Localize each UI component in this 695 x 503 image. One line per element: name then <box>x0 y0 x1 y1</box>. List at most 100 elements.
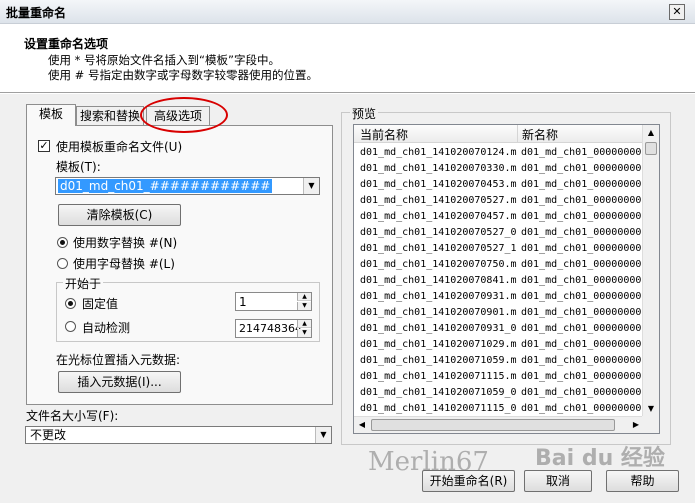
preview-legend: 预览 <box>350 105 379 122</box>
tab-search-replace[interactable]: 搜索和替换 <box>76 106 144 126</box>
current-name-cell: d01_md_ch01_141020070841.m <box>360 275 517 286</box>
scroll-thumb[interactable] <box>645 142 657 155</box>
scroll-corner <box>642 416 659 433</box>
start-rename-button[interactable]: 开始重命名(R) <box>422 470 515 492</box>
dialog-header: 设置重命名选项 使用 * 号将原始文件名插入到“模板”字段中。 使用 # 号指定… <box>0 25 695 93</box>
template-value: d01_md_ch01_############ <box>58 179 273 193</box>
fixed-value-spinner[interactable]: 1 ▲ ▼ <box>235 292 312 311</box>
new-name-cell: d01_md_ch01_00000000 <box>521 147 642 158</box>
current-name-cell: d01_md_ch01_141020070330.m <box>360 163 517 174</box>
new-name-cell: d01_md_ch01_00000000 <box>521 371 642 382</box>
fixed-value-input[interactable]: 1 <box>239 295 247 309</box>
window-title: 批量重命名 <box>6 6 67 20</box>
current-name-cell: d01_md_ch01_141020070750.m <box>360 259 517 270</box>
tab-advanced[interactable]: 高级选项 <box>146 106 210 126</box>
table-row[interactable]: d01_md_ch01_141020071115.m d01_md_ch01_00… <box>354 369 644 385</box>
spin-up-icon[interactable]: ▲ <box>297 320 311 328</box>
new-name-cell: d01_md_ch01_00000000 <box>521 243 642 254</box>
table-row[interactable]: d01_md_ch01_141020070453.m d01_md_ch01_00… <box>354 177 644 193</box>
scroll-left-icon[interactable]: ◀ <box>354 417 370 433</box>
new-name-cell: d01_md_ch01_00000000 <box>521 323 642 334</box>
cancel-button[interactable]: 取消 <box>524 470 592 492</box>
insert-meta-label: 在光标位置插入元数据: <box>56 353 181 367</box>
fixed-value-label: 固定值 <box>82 297 119 311</box>
use-template-label: 使用模板重命名文件(U) <box>56 140 183 154</box>
current-name-cell: d01_md_ch01_141020071059_0 <box>360 387 517 398</box>
new-name-cell: d01_md_ch01_00000000 <box>521 339 642 350</box>
table-row[interactable]: d01_md_ch01_141020071115_0 d01_md_ch01_00… <box>354 401 644 417</box>
start-at-legend: 开始于 <box>63 275 104 292</box>
case-value: 不更改 <box>30 428 67 442</box>
new-name-cell: d01_md_ch01_00000000 <box>521 355 642 366</box>
auto-detect-input[interactable]: 214748364 <box>239 322 302 335</box>
help-button[interactable]: 帮助 <box>606 470 679 492</box>
current-name-cell: d01_md_ch01_141020070901.m <box>360 307 517 318</box>
template-combo[interactable]: d01_md_ch01_############ ▼ <box>55 177 320 195</box>
table-row[interactable]: d01_md_ch01_141020071029.m d01_md_ch01_00… <box>354 337 644 353</box>
auto-detect-spinner[interactable]: 214748364 ▲ ▼ <box>235 319 312 338</box>
new-name-cell: d01_md_ch01_00000000 <box>521 195 642 206</box>
current-name-cell: d01_md_ch01_141020071059.m <box>360 355 517 366</box>
chevron-down-icon[interactable]: ▼ <box>315 427 331 443</box>
chevron-down-icon[interactable]: ▼ <box>303 178 319 194</box>
radio-fixed-value[interactable] <box>65 298 76 309</box>
new-name-cell: d01_md_ch01_00000000 <box>521 179 642 190</box>
table-row[interactable]: d01_md_ch01_141020070527.m d01_md_ch01_00… <box>354 193 644 209</box>
current-name-cell: d01_md_ch01_141020070453.m <box>360 179 517 190</box>
column-new-name[interactable]: 新名称 <box>522 126 558 143</box>
title-bar: 批量重命名 ✕ <box>0 0 695 24</box>
scroll-thumb[interactable] <box>371 419 615 431</box>
clear-template-button[interactable]: 清除模板(C) <box>58 204 181 226</box>
table-row[interactable]: d01_md_ch01_141020070124.m d01_md_ch01_00… <box>354 145 644 161</box>
use-template-checkbox[interactable]: ✓ <box>38 140 50 152</box>
case-combo[interactable]: 不更改 ▼ <box>25 426 332 444</box>
radio-letter-replace[interactable] <box>57 258 68 269</box>
radio-letter-label: 使用字母替换 #(L) <box>73 257 175 271</box>
list-header: 当前名称 新名称 <box>354 125 644 143</box>
spin-up-icon[interactable]: ▲ <box>297 293 311 301</box>
radio-number-replace[interactable] <box>57 237 68 248</box>
table-row[interactable]: d01_md_ch01_141020070841.m d01_md_ch01_00… <box>354 273 644 289</box>
new-name-cell: d01_md_ch01_00000000 <box>521 227 642 238</box>
table-row[interactable]: d01_md_ch01_141020071059.m d01_md_ch01_00… <box>354 353 644 369</box>
table-row[interactable]: d01_md_ch01_141020070901.m d01_md_ch01_00… <box>354 305 644 321</box>
column-current-name[interactable]: 当前名称 <box>360 126 408 143</box>
new-name-cell: d01_md_ch01_00000000 <box>521 403 642 414</box>
table-row[interactable]: d01_md_ch01_141020071059_0 d01_md_ch01_00… <box>354 385 644 401</box>
vertical-scrollbar[interactable]: ▲ ▼ <box>642 125 659 417</box>
header-hint-2: 使用 # 号指定由数字或字母数字较零器使用的位置。 <box>48 68 318 82</box>
current-name-cell: d01_md_ch01_141020071115.m <box>360 371 517 382</box>
current-name-cell: d01_md_ch01_141020070931_0 <box>360 323 517 334</box>
new-name-cell: d01_md_ch01_00000000 <box>521 307 642 318</box>
table-row[interactable]: d01_md_ch01_141020070931_0 d01_md_ch01_00… <box>354 321 644 337</box>
scroll-down-icon[interactable]: ▼ <box>643 401 659 417</box>
table-row[interactable]: d01_md_ch01_141020070750.m d01_md_ch01_00… <box>354 257 644 273</box>
radio-auto-detect[interactable] <box>65 321 76 332</box>
new-name-cell: d01_md_ch01_00000000 <box>521 291 642 302</box>
preview-list[interactable]: 当前名称 新名称 d01_md_ch01_141020070124.m d01_m… <box>353 124 660 434</box>
table-row[interactable]: d01_md_ch01_141020070527_0 d01_md_ch01_00… <box>354 225 644 241</box>
header-title: 设置重命名选项 <box>24 37 109 51</box>
table-row[interactable]: d01_md_ch01_141020070330.m d01_md_ch01_00… <box>354 161 644 177</box>
new-name-cell: d01_md_ch01_00000000 <box>521 259 642 270</box>
new-name-cell: d01_md_ch01_00000000 <box>521 163 642 174</box>
spin-down-icon[interactable]: ▼ <box>297 329 311 337</box>
table-row[interactable]: d01_md_ch01_141020070931.m d01_md_ch01_00… <box>354 289 644 305</box>
radio-number-label: 使用数字替换 #(N) <box>73 236 178 250</box>
site-watermark: Bai du 经验 <box>535 446 665 471</box>
horizontal-scrollbar[interactable]: ◀ ▶ <box>354 416 644 433</box>
current-name-cell: d01_md_ch01_141020071029.m <box>360 339 517 350</box>
insert-metadata-button[interactable]: 插入元数据(I)... <box>58 371 181 393</box>
scroll-up-icon[interactable]: ▲ <box>643 125 659 141</box>
current-name-cell: d01_md_ch01_141020071115_0 <box>360 403 517 414</box>
spin-down-icon[interactable]: ▼ <box>297 302 311 310</box>
current-name-cell: d01_md_ch01_141020070527.m <box>360 195 517 206</box>
new-name-cell: d01_md_ch01_00000000 <box>521 211 642 222</box>
close-button[interactable]: ✕ <box>669 4 685 20</box>
tab-template[interactable]: 模板 <box>26 104 76 126</box>
new-name-cell: d01_md_ch01_00000000 <box>521 387 642 398</box>
column-separator[interactable] <box>517 125 518 143</box>
current-name-cell: d01_md_ch01_141020070527_1 <box>360 243 517 254</box>
table-row[interactable]: d01_md_ch01_141020070527_1 d01_md_ch01_00… <box>354 241 644 257</box>
table-row[interactable]: d01_md_ch01_141020070457.m d01_md_ch01_00… <box>354 209 644 225</box>
